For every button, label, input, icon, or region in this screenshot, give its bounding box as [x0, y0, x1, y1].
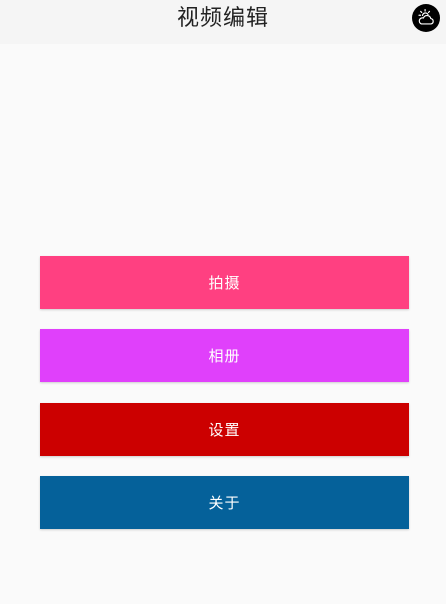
weather-partly-cloudy-icon	[418, 8, 434, 25]
app-title: 视频编辑	[176, 6, 269, 31]
app-bar: 视频编辑	[0, 0, 446, 44]
album-button[interactable]: 相册	[40, 329, 409, 382]
main-screen: 视频编辑 拍摄 相册 设置 关于	[0, 0, 446, 604]
settings-button[interactable]: 设置	[40, 403, 409, 456]
about-button[interactable]: 关于	[40, 476, 409, 529]
shoot-button[interactable]: 拍摄	[40, 256, 409, 309]
weather-button[interactable]	[412, 4, 440, 32]
